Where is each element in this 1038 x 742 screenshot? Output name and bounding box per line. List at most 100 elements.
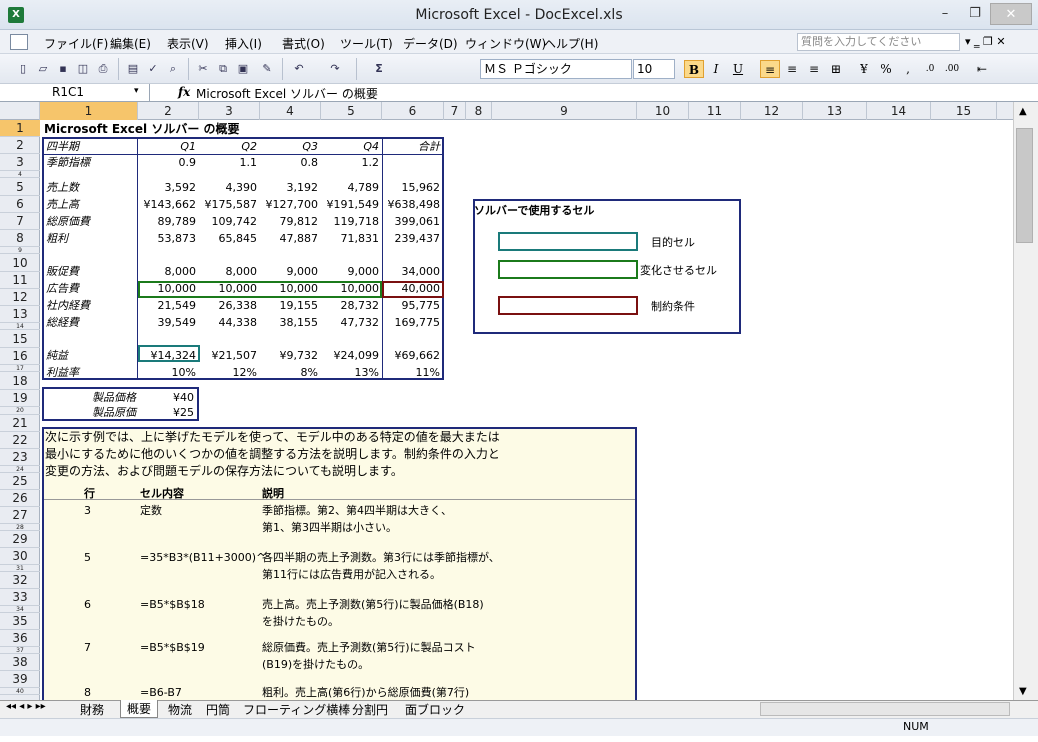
cost-label[interactable]: 製品原価 (70, 406, 136, 420)
header-q3[interactable]: Q3 (262, 140, 318, 154)
price-label[interactable]: 製品価格 (70, 391, 136, 405)
row-numbers[interactable]: 1 2 3 4 5 6 7 8 9 10 11 12 13 14 15 16 1… (0, 120, 40, 695)
format-painter-icon[interactable]: ✎ (258, 61, 276, 77)
font-name-select[interactable]: ＭＳ Ｐゴシック (480, 59, 632, 79)
cell-value[interactable]: 19,155 (262, 299, 319, 313)
menu-tools[interactable]: ツール(T) (340, 35, 393, 52)
description-line[interactable]: 次に示す例では、上に挙げたモデルを使って、モデル中のある特定の値を最大または (45, 430, 500, 444)
cell-value[interactable]: 47,887 (262, 232, 319, 246)
desc-row-number[interactable]: 3 (84, 504, 91, 518)
column-header[interactable]: 14 (867, 102, 931, 120)
cell-value[interactable]: 65,845 (201, 232, 258, 246)
legend-target-label[interactable]: 目的セル (651, 236, 695, 250)
paste-icon[interactable]: ▣ (234, 61, 252, 77)
column-header[interactable]: 3 (199, 102, 260, 120)
legend-title[interactable]: ソルバーで使用するセル (474, 204, 594, 218)
row-label[interactable]: 広告費 (46, 282, 79, 296)
cell-value[interactable]: ¥21,507 (201, 349, 258, 363)
row-label[interactable]: 利益率 (46, 366, 79, 380)
desc-row-number[interactable]: 6 (84, 598, 91, 612)
cell-value[interactable]: 9,000 (323, 265, 380, 279)
menu-view[interactable]: 表示(V) (167, 35, 209, 52)
column-header[interactable]: 4 (260, 102, 321, 120)
header-total[interactable]: 合計 (384, 140, 440, 154)
row-label[interactable]: 売上高 (46, 198, 79, 212)
save-icon[interactable]: ▪ (54, 61, 72, 77)
cut-icon[interactable]: ✂ (194, 61, 212, 77)
tab-scroll-icons[interactable]: ◂◂ ◂ ▸ ▸▸ (6, 701, 46, 712)
cell-value[interactable]: 47,732 (323, 316, 380, 330)
cell-value[interactable]: 399,061 (384, 215, 441, 229)
row-label[interactable]: 粗利 (46, 232, 68, 246)
menu-data[interactable]: データ(D) (403, 35, 458, 52)
row-label[interactable]: 社内経費 (46, 299, 90, 313)
desc-explanation-line[interactable]: 総原価費。売上予測数(第5行)に製品コスト (262, 641, 476, 655)
legend-constraint-label[interactable]: 制約条件 (651, 300, 695, 314)
column-header[interactable]: 7 (444, 102, 466, 120)
scroll-down-icon[interactable]: ▼ (1019, 686, 1027, 697)
cell-value[interactable]: 44,338 (201, 316, 258, 330)
name-box[interactable]: R1C1 (0, 84, 150, 102)
row-label[interactable]: 売上数 (46, 181, 79, 195)
cell-value[interactable]: ¥24,099 (323, 349, 380, 363)
cell-value[interactable]: 10% (140, 366, 196, 380)
cell-value[interactable]: 0.8 (262, 156, 319, 170)
align-center-icon[interactable]: ≡ (782, 60, 802, 78)
cost-value[interactable]: ¥25 (140, 406, 194, 420)
tab-logistics[interactable]: 物流 (168, 701, 192, 718)
desc-header-content[interactable]: セル内容 (140, 487, 184, 501)
row-label[interactable]: 販促費 (46, 265, 79, 279)
description-line[interactable]: 変更の方法、および問題モデルの保存方法についても説明します。 (45, 464, 403, 478)
cell-value[interactable]: 34,000 (384, 265, 441, 279)
document-icon[interactable] (10, 34, 28, 50)
desc-explanation-line[interactable]: 売上高。売上予測数(第5行)に製品価格(B18) (262, 598, 484, 612)
cell-value[interactable]: ¥9,732 (262, 349, 319, 363)
tab-floating-bar[interactable]: フローティング横棒 (243, 701, 350, 718)
header-q4[interactable]: Q4 (323, 140, 379, 154)
column-header[interactable]: 12 (741, 102, 803, 120)
horizontal-scrollbar[interactable] (760, 702, 1010, 716)
formula-input[interactable]: Microsoft Excel ソルバー の概要 (196, 85, 378, 102)
desc-cell-content[interactable]: =B5*$B$19 (140, 641, 205, 655)
cell-value[interactable]: 95,775 (384, 299, 441, 313)
minimize-button[interactable]: – (930, 3, 960, 25)
desc-cell-content[interactable]: =35*B3*(B11+3000)^ (140, 551, 265, 565)
workbook-controls[interactable]: ▾ ‗ ❐ ✕ (965, 35, 1006, 48)
cell-value[interactable]: ¥175,587 (201, 198, 258, 212)
cell-value[interactable]: 239,437 (384, 232, 441, 246)
row-label[interactable]: 季節指標 (46, 156, 90, 170)
desc-explanation-line[interactable]: 各四半期の売上予測数。第3行には季節指標が、 (262, 551, 500, 565)
cell-value[interactable]: 15,962 (384, 181, 441, 195)
cell-value[interactable]: 21,549 (140, 299, 197, 313)
copy-icon[interactable]: ⧉ (214, 61, 232, 77)
cell-value[interactable]: 89,789 (140, 215, 197, 229)
desc-row-number[interactable]: 7 (84, 641, 91, 655)
tab-cylinder[interactable]: 円筒 (206, 701, 230, 718)
cell-value[interactable]: ¥69,662 (384, 349, 441, 363)
column-header[interactable]: 13 (803, 102, 867, 120)
menu-insert[interactable]: 挿入(I) (225, 35, 262, 52)
column-header[interactable]: 9 (492, 102, 637, 120)
merge-center-icon[interactable]: ⊞ (826, 60, 846, 78)
column-header[interactable]: 11 (689, 102, 741, 120)
tab-area-block[interactable]: 面ブロック (405, 701, 465, 718)
redo-icon[interactable]: ↷ (326, 61, 344, 77)
increase-decimal-icon[interactable]: .0 (920, 60, 940, 78)
column-header[interactable]: 5 (321, 102, 382, 120)
legend-changing-label[interactable]: 変化させるセル (640, 264, 717, 278)
desc-cell-content[interactable]: 定数 (140, 504, 162, 518)
menu-file[interactable]: ファイル(F) (44, 35, 108, 52)
desc-row-number[interactable]: 5 (84, 551, 91, 565)
cell-value[interactable]: 13% (323, 366, 379, 380)
cell-value[interactable]: ¥143,662 (140, 198, 197, 212)
cell-value[interactable]: 3,192 (262, 181, 319, 195)
cell-value[interactable]: 8,000 (140, 265, 197, 279)
cell-value[interactable]: 169,775 (384, 316, 441, 330)
cell-value[interactable]: 79,812 (262, 215, 319, 229)
tab-overview[interactable]: 概要 (120, 700, 159, 718)
cell-value[interactable]: ¥638,498 (384, 198, 441, 212)
scroll-up-icon[interactable]: ▲ (1019, 106, 1027, 117)
desc-header-row[interactable]: 行 (84, 487, 95, 501)
cell-value[interactable]: 71,831 (323, 232, 380, 246)
new-icon[interactable]: ▯ (14, 61, 32, 77)
